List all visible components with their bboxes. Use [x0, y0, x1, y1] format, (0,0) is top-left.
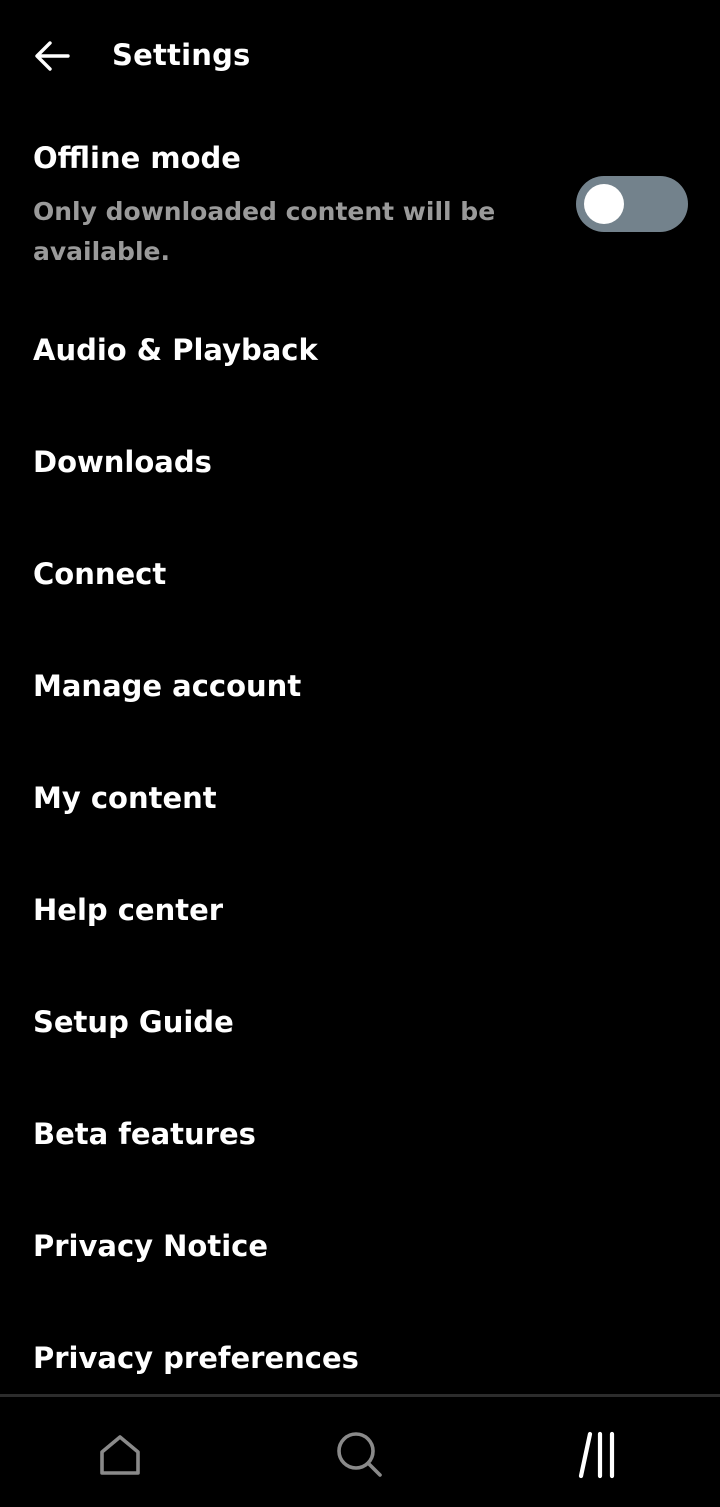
settings-menu: Audio & Playback Downloads Connect Manag… [0, 294, 720, 1414]
menu-item-label: Audio & Playback [33, 333, 318, 367]
menu-item-label: My content [33, 781, 217, 815]
menu-item-label: Downloads [33, 445, 212, 479]
menu-item-downloads[interactable]: Downloads [0, 406, 720, 518]
menu-item-label: Help center [33, 893, 224, 927]
menu-item-label: Beta features [33, 1117, 256, 1151]
nav-search-button[interactable] [320, 1415, 400, 1495]
menu-item-label: Privacy preferences [33, 1341, 359, 1375]
menu-item-label: Manage account [33, 669, 302, 703]
toggle-knob [584, 184, 624, 224]
nav-library-button[interactable] [560, 1415, 640, 1495]
offline-mode-setting: Offline mode Only downloaded content wil… [0, 128, 720, 278]
library-icon [578, 1431, 615, 1479]
menu-item-setup-guide[interactable]: Setup Guide [0, 966, 720, 1078]
page-title: Settings [112, 38, 251, 72]
menu-item-label: Setup Guide [33, 1005, 234, 1039]
menu-item-connect[interactable]: Connect [0, 518, 720, 630]
home-icon [100, 1435, 140, 1475]
bottom-navigation [0, 1394, 720, 1507]
menu-item-manage-account[interactable]: Manage account [0, 630, 720, 742]
menu-item-label: Privacy Notice [33, 1229, 269, 1263]
menu-item-beta-features[interactable]: Beta features [0, 1078, 720, 1190]
menu-item-my-content[interactable]: My content [0, 742, 720, 854]
search-icon [337, 1432, 382, 1477]
offline-mode-description: Only downloaded content will be availabl… [33, 197, 496, 266]
menu-item-audio-playback[interactable]: Audio & Playback [0, 294, 720, 406]
menu-item-privacy-notice[interactable]: Privacy Notice [0, 1190, 720, 1302]
menu-item-help-center[interactable]: Help center [0, 854, 720, 966]
header: Settings [0, 0, 720, 110]
offline-mode-toggle[interactable] [576, 176, 688, 232]
nav-home-button[interactable] [80, 1415, 160, 1495]
back-button[interactable] [24, 30, 80, 82]
offline-mode-title: Offline mode [33, 141, 241, 175]
menu-item-label: Connect [33, 557, 167, 591]
arrow-left-icon [35, 41, 70, 71]
